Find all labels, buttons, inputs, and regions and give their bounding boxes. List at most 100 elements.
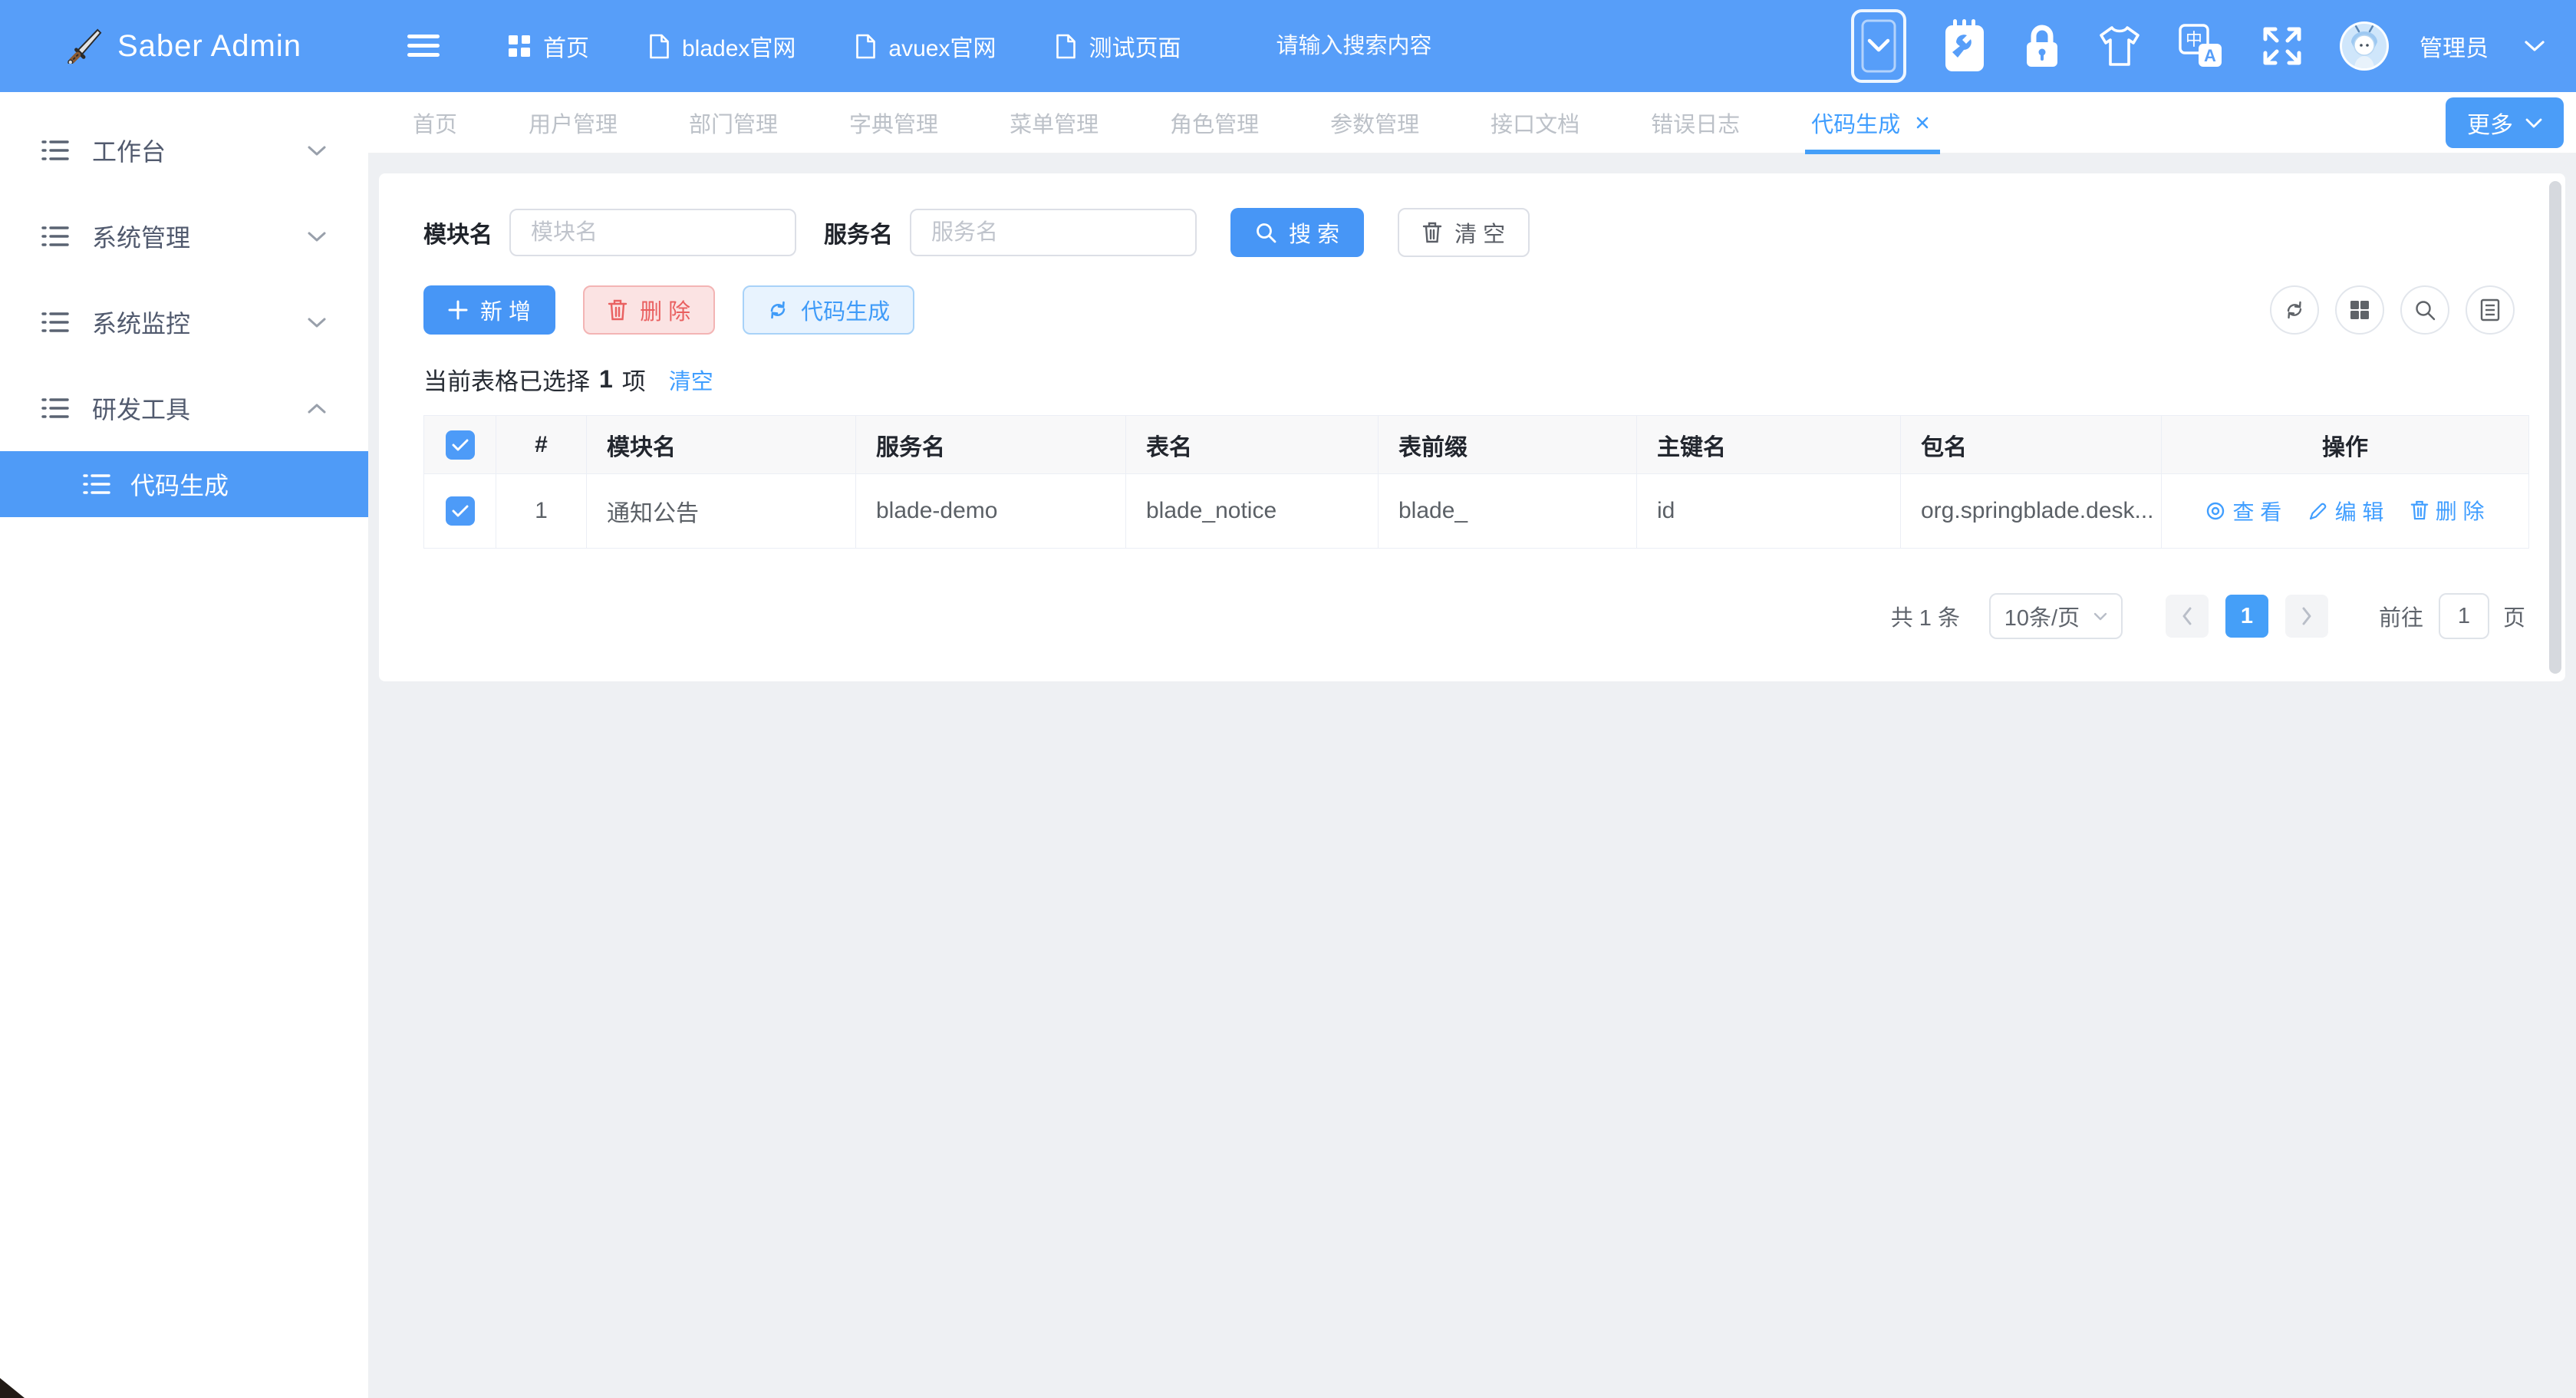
theme-tshirt-icon[interactable] [2097, 25, 2142, 67]
grid-icon [508, 35, 531, 58]
tabbar: 首页 用户管理 部门管理 字典管理 菜单管理 角色管理 参数管理 接口文档 错误… [368, 92, 2576, 153]
list-icon [41, 225, 69, 248]
selection-count: 1 [599, 365, 613, 394]
grid-filled-icon [2350, 300, 2370, 320]
goto-page-input[interactable] [2439, 593, 2489, 639]
sidebar-item-system-monitor[interactable]: 系统监控 [0, 279, 368, 365]
collapse-panel-button[interactable] [1850, 8, 1907, 84]
select-all-cell [424, 416, 496, 474]
current-page-button[interactable]: 1 [2225, 595, 2268, 638]
data-table: # 模块名 服务名 表名 表前缀 主键名 包名 操作 1 通知公告 blade-… [423, 415, 2529, 549]
next-page-button[interactable] [2285, 595, 2328, 638]
close-tab-icon[interactable] [1916, 116, 1929, 130]
log-tools-icon[interactable] [1942, 18, 1987, 74]
document-icon [1056, 34, 1076, 59]
clear-button[interactable]: 清 空 [1398, 208, 1530, 257]
search-button[interactable]: 搜 索 [1230, 208, 1364, 257]
sidebar-item-system-management[interactable]: 系统管理 [0, 193, 368, 279]
column-header-prefix: 表前缀 [1379, 416, 1637, 474]
row-select-cell [424, 474, 496, 549]
document-icon [855, 34, 876, 59]
list-icon [83, 473, 110, 496]
row-checkbox[interactable] [446, 496, 475, 526]
topnav-avuex-site[interactable]: avuex官网 [855, 29, 996, 63]
topnav-home[interactable]: 首页 [508, 29, 589, 63]
cell-service: blade-demo [856, 474, 1126, 549]
scrollbar-thumb[interactable] [2549, 181, 2561, 674]
service-name-input[interactable] [910, 209, 1197, 256]
language-translate-icon[interactable]: 中 A [2177, 22, 2225, 70]
tab-dict-management[interactable]: 字典管理 [849, 92, 938, 153]
delete-button[interactable]: 删 除 [583, 285, 715, 335]
table-row[interactable]: 1 通知公告 blade-demo blade_notice blade_ id… [424, 474, 2529, 549]
tab-dept-management[interactable]: 部门管理 [689, 92, 778, 153]
module-name-input[interactable] [509, 209, 796, 256]
tab-home[interactable]: 首页 [413, 92, 457, 153]
delete-row-link[interactable]: 删 除 [2410, 495, 2485, 526]
search-toggle-circle-button[interactable] [2400, 285, 2449, 335]
trash-icon [608, 298, 628, 321]
column-settings-circle-button[interactable] [2335, 285, 2384, 335]
tab-param-management[interactable]: 参数管理 [1330, 92, 1419, 153]
tab-menu-management[interactable]: 菜单管理 [1010, 92, 1099, 153]
chevron-down-icon [307, 231, 327, 242]
lock-icon[interactable] [2022, 21, 2062, 71]
tab-error-log[interactable]: 错误日志 [1651, 92, 1740, 153]
fullscreen-icon[interactable] [2260, 24, 2304, 68]
chevron-down-icon [307, 145, 327, 157]
cell-actions: 查 看 编 辑 [2162, 474, 2529, 549]
sidebar-item-label: 系统管理 [92, 219, 284, 254]
chevron-down-icon [2525, 118, 2542, 128]
list-icon [41, 397, 69, 420]
code-generate-button[interactable]: 代码生成 [743, 285, 914, 335]
column-header-service: 服务名 [856, 416, 1126, 474]
sidebar-item-label: 系统监控 [92, 305, 284, 340]
column-header-package: 包名 [1901, 416, 2162, 474]
select-all-checkbox[interactable] [446, 430, 475, 460]
topnav-label: 测试页面 [1089, 29, 1181, 63]
hamburger-menu-icon[interactable] [407, 33, 440, 59]
more-button[interactable]: 更多 [2446, 97, 2564, 148]
user-name[interactable]: 管理员 [2420, 29, 2489, 63]
view-row-link[interactable]: 查 看 [2205, 496, 2281, 526]
sidebar-item-code-generation-active[interactable]: 代码生成 [0, 451, 368, 517]
avatar[interactable] [2340, 21, 2389, 71]
tab-api-docs[interactable]: 接口文档 [1491, 92, 1580, 153]
list-icon [41, 139, 69, 162]
sidebar-item-workbench[interactable]: 工作台 [0, 107, 368, 193]
plus-icon [448, 300, 468, 320]
sidebar-menu: 工作台 系统管理 系统监控 [0, 92, 368, 517]
user-menu-chevron-icon[interactable] [2524, 40, 2545, 52]
dagger-icon [67, 28, 102, 64]
add-button[interactable]: 新 增 [423, 285, 555, 335]
sidebar-item-label: 工作台 [92, 133, 284, 168]
density-circle-button[interactable] [2466, 285, 2515, 335]
topnav-test-page[interactable]: 测试页面 [1056, 29, 1181, 63]
tab-code-generation-active[interactable]: 代码生成 [1811, 92, 1929, 153]
edit-row-link[interactable]: 编 辑 [2308, 496, 2384, 526]
cell-module: 通知公告 [587, 474, 856, 549]
logo[interactable]: Saber Admin [0, 0, 368, 92]
refresh-circle-button[interactable] [2270, 285, 2319, 335]
tab-user-management[interactable]: 用户管理 [529, 92, 618, 153]
chevron-up-icon [307, 403, 327, 414]
card-scrollbar[interactable] [2549, 181, 2561, 674]
goto-label: 前往 [2379, 600, 2423, 632]
sidebar-item-dev-tools[interactable]: 研发工具 [0, 365, 368, 451]
topnav-bladex-site[interactable]: bladex官网 [649, 29, 796, 63]
trash-icon [2410, 500, 2429, 521]
prev-page-button[interactable] [2166, 595, 2209, 638]
header-search-input[interactable] [1276, 34, 1606, 59]
cell-index: 1 [496, 474, 587, 549]
selection-suffix: 项 [622, 362, 646, 397]
tab-role-management[interactable]: 角色管理 [1170, 92, 1259, 153]
header-icons: 中 A 管理员 [1850, 8, 2545, 84]
document-lines-icon [2480, 298, 2500, 321]
filter-row: 模块名 服务名 搜 索 清 空 [423, 209, 2525, 256]
trash-icon [1422, 221, 1442, 244]
topnav-label: avuex官网 [888, 29, 996, 63]
clear-selection-link[interactable]: 清空 [669, 364, 713, 396]
topnav-label: bladex官网 [682, 29, 796, 63]
sidebar-item-label: 代码生成 [130, 467, 229, 502]
page-size-select[interactable]: 10条/页 [1989, 593, 2123, 639]
